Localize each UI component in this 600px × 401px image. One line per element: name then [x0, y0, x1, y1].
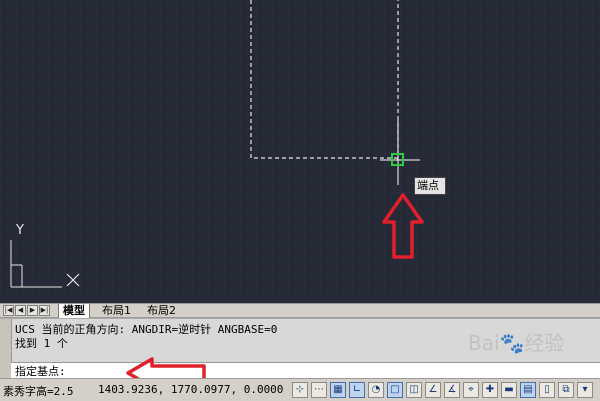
coordinate-readout[interactable]: 1403.9236, 1770.0977, 0.0000: [98, 383, 283, 396]
polar-tracking-icon[interactable]: ◔: [368, 382, 384, 398]
quick-properties-icon[interactable]: ▤: [520, 382, 536, 398]
lineweight-icon[interactable]: ✚: [482, 382, 498, 398]
ucs-y-label: Y: [15, 223, 24, 238]
annotation-monitor-icon[interactable]: ⧉: [558, 382, 574, 398]
canvas-svg: Y X: [0, 0, 600, 303]
selection-cycling-icon[interactable]: ▯: [539, 382, 555, 398]
layout-tab-bar: |◀ ◀ ▶ ▶| 模型 布局1 布局2: [0, 303, 600, 318]
object-snap-icon[interactable]: □: [387, 382, 403, 398]
object-snap-tracking-icon[interactable]: ∠: [425, 382, 441, 398]
left-arrow-annotation: [126, 357, 206, 379]
3d-object-snap-icon[interactable]: ◫: [406, 382, 422, 398]
status-bar-menu-icon[interactable]: ▾: [577, 382, 593, 398]
snap-mode-icon[interactable]: ⋯: [311, 382, 327, 398]
last-tab-icon[interactable]: ▶|: [39, 305, 50, 316]
canvas-grid: [0, 0, 600, 303]
dynamic-input-icon[interactable]: ⌖: [463, 382, 479, 398]
ortho-mode-icon[interactable]: ∟: [349, 382, 365, 398]
tab-layout2[interactable]: 布局2: [143, 304, 180, 318]
transparency-icon[interactable]: ▬: [501, 382, 517, 398]
status-bar: 素秀字高=2.5 1403.9236, 1770.0977, 0.0000 ⊹ …: [0, 378, 600, 401]
next-tab-icon[interactable]: ▶: [27, 305, 38, 316]
tab-layout1[interactable]: 布局1: [98, 304, 135, 318]
baidu-watermark: Bai🐾经验: [468, 331, 565, 355]
prev-tab-icon[interactable]: ◀: [15, 305, 26, 316]
infer-constraints-icon[interactable]: ⊹: [292, 382, 308, 398]
grid-display-icon[interactable]: ▦: [330, 382, 346, 398]
osnap-tooltip: 端点: [414, 177, 446, 195]
tab-model[interactable]: 模型: [58, 304, 90, 318]
dynamic-ucs-icon[interactable]: ∡: [444, 382, 460, 398]
text-height-label: 素秀字高=2.5: [3, 385, 74, 398]
first-tab-icon[interactable]: |◀: [3, 305, 14, 316]
command-window: UCS 当前的正角方向: ANGDIR=逆时针 ANGBASE=0 找到 1 个…: [0, 318, 600, 380]
drawing-canvas[interactable]: Y X 端点: [0, 0, 600, 303]
